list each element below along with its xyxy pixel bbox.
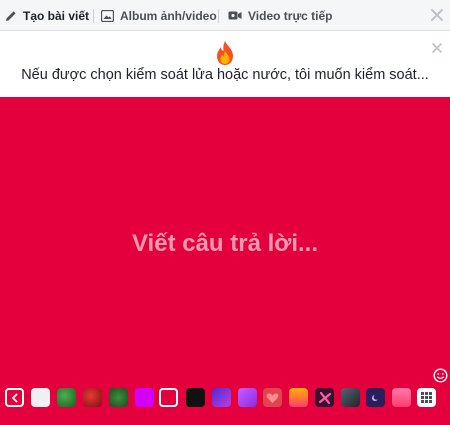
background-green-leaf[interactable]: [109, 388, 128, 407]
background-orange-gradient[interactable]: [289, 388, 308, 407]
tab-photo-album-label: Album ảnh/video: [120, 8, 217, 23]
background-magenta[interactable]: [135, 388, 154, 407]
background-white[interactable]: [31, 388, 50, 407]
emoji-icon[interactable]: [433, 368, 448, 383]
background-hearts[interactable]: [263, 388, 282, 407]
pencil-icon: [5, 10, 17, 22]
tab-live-video[interactable]: Video trực tiếp: [228, 0, 333, 31]
tab-create-post-label: Tạo bài viết: [23, 8, 90, 23]
tab-divider: [218, 9, 219, 23]
composer-tabs: Tạo bài viết Album ảnh/video Video trực …: [0, 0, 450, 31]
background-green-texture[interactable]: [57, 388, 76, 407]
tab-divider: [93, 9, 94, 23]
more-backgrounds-grid-icon[interactable]: [417, 388, 436, 407]
post-canvas[interactable]: [0, 97, 450, 425]
background-violet-gradient[interactable]: [238, 388, 257, 407]
flower-icon: [318, 391, 331, 404]
tab-live-video-label: Video trực tiếp: [248, 8, 333, 23]
background-pink-gradient[interactable]: [392, 388, 411, 407]
background-pink-pattern[interactable]: [315, 388, 334, 407]
background-night-sky[interactable]: [366, 388, 385, 407]
close-composer-icon[interactable]: [428, 6, 446, 24]
heart-icon: [266, 393, 279, 403]
moon-icon: [371, 394, 379, 401]
tab-photo-album[interactable]: Album ảnh/video: [101, 0, 217, 31]
photo-album-icon: [101, 9, 114, 22]
tab-create-post[interactable]: Tạo bài viết: [5, 0, 89, 31]
background-red-texture[interactable]: [83, 388, 102, 407]
back-chevron-button[interactable]: [5, 388, 24, 407]
background-purple-gradient[interactable]: [212, 388, 231, 407]
background-black[interactable]: [186, 388, 205, 407]
dismiss-prompt-icon[interactable]: [431, 41, 443, 53]
prompt-question: Nếu được chọn kiểm soát lửa hoặc nước, t…: [21, 67, 429, 83]
answer-input[interactable]: Viết câu trả lời...: [0, 230, 450, 258]
background-red-selected[interactable]: [159, 388, 178, 407]
background-dark-gradient[interactable]: [341, 388, 360, 407]
fire-icon: [214, 40, 236, 66]
live-video-icon: [228, 10, 242, 21]
